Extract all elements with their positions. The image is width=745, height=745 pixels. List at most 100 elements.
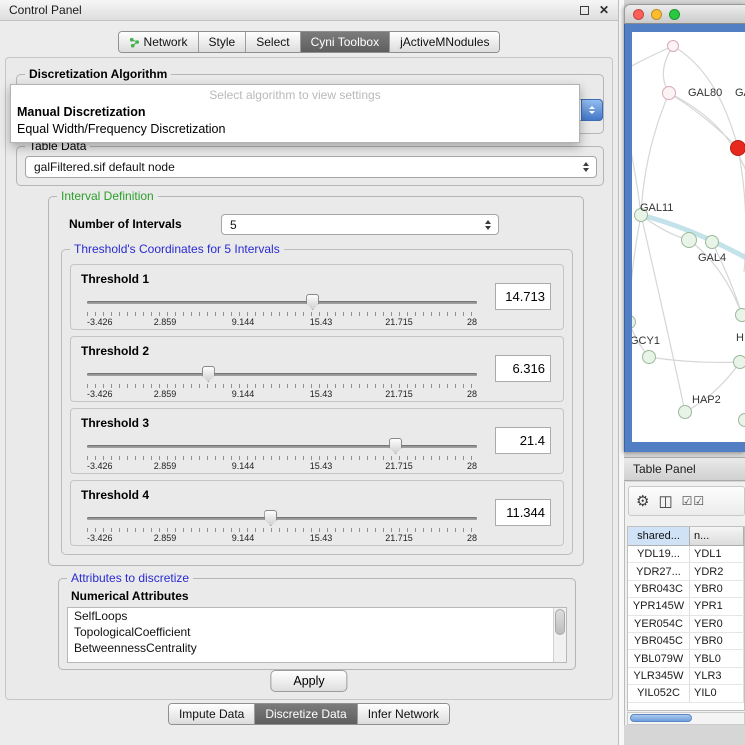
apply-button[interactable]: Apply — [270, 670, 347, 692]
table-row[interactable]: YBR045CYBR0 — [628, 633, 744, 650]
bottom-tab-infer-network[interactable]: Infer Network — [358, 704, 449, 724]
slider-thumb[interactable] — [306, 294, 319, 310]
network-node[interactable] — [738, 413, 745, 427]
network-node[interactable] — [662, 86, 676, 100]
number-of-intervals-value: 5 — [230, 218, 498, 232]
number-of-intervals-select[interactable]: 5 — [221, 214, 499, 235]
threshold-panel-3: Threshold 3-3.4262.8599.14415.4321.71528… — [70, 408, 564, 474]
threshold-panel-1: Threshold 1-3.4262.8599.14415.4321.71528… — [70, 264, 564, 330]
bottom-tab-impute-data[interactable]: Impute Data — [169, 704, 255, 724]
tab-select[interactable]: Select — [246, 32, 300, 52]
traffic-light-zoom-icon[interactable] — [669, 9, 680, 20]
bottom-tab-discretize-data[interactable]: Discretize Data — [255, 704, 357, 724]
threshold-value-3[interactable]: 21.4 — [495, 427, 551, 454]
slider-track — [87, 301, 477, 304]
table-cell: YBL079W — [628, 650, 690, 666]
tab-network[interactable]: Network — [119, 32, 199, 52]
table-cell: YDR2 — [690, 563, 744, 579]
combo-stepper-icon[interactable] — [581, 99, 603, 121]
thresholds-group: Threshold's Coordinates for 5 Intervals … — [61, 249, 573, 555]
horizontal-scrollbar-thumb[interactable] — [630, 714, 692, 722]
table-row[interactable]: YER054CYER0 — [628, 616, 744, 633]
traffic-light-close-icon[interactable] — [633, 9, 644, 20]
column-header-n[interactable]: n... — [690, 527, 744, 546]
table-cell: YIL052C — [628, 685, 690, 701]
attributes-legend: Attributes to discretize — [67, 571, 193, 585]
columns-icon[interactable]: ◫ — [658, 494, 672, 509]
table-panel-titlebar[interactable]: Table Panel — [624, 457, 745, 481]
threshold-slider-4[interactable] — [87, 510, 477, 527]
network-node[interactable] — [733, 355, 745, 369]
float-window-icon[interactable] — [580, 6, 589, 15]
attribute-item-topologicalcoefficient[interactable]: TopologicalCoefficient — [68, 624, 566, 640]
attribute-items: SelfLoopsTopologicalCoefficientBetweenne… — [68, 608, 566, 656]
threshold-slider-3[interactable] — [87, 438, 477, 455]
threshold-panel-4: Threshold 4-3.4262.8599.14415.4321.71528… — [70, 480, 564, 546]
table-cell: YIL0 — [690, 685, 744, 701]
table-row[interactable]: YDR27...YDR2 — [628, 563, 744, 580]
network-canvas[interactable]: GAL80GAGAL11GAL4GCY1HHAP2 — [632, 32, 745, 442]
screen: Control Panel ✕ NetworkStyleSelectCyni T… — [0, 0, 745, 745]
table-data-select-value: galFiltered.sif default node — [34, 160, 596, 174]
tab-cyni-toolbox[interactable]: Cyni Toolbox — [301, 32, 390, 52]
column-header-shared[interactable]: shared... — [628, 527, 690, 546]
column-checkboxes-icon[interactable]: ☑☑ — [682, 495, 706, 507]
node-table: shared...n... YDL19...YDL1YDR27...YDR2YB… — [627, 526, 745, 711]
attribute-item-selfloops[interactable]: SelfLoops — [68, 608, 566, 624]
threshold-value-2[interactable]: 6.316 — [495, 355, 551, 382]
threshold-slider-1[interactable] — [87, 294, 477, 311]
attributes-scrollbar[interactable] — [553, 608, 566, 662]
table-cell: YBR0 — [690, 633, 744, 649]
network-node[interactable] — [678, 405, 692, 419]
threshold-value-4[interactable]: 11.344 — [495, 499, 551, 526]
network-window-titlebar[interactable] — [624, 4, 745, 24]
network-node[interactable] — [681, 232, 697, 248]
algorithm-option-equal-width-frequency-discretization[interactable]: Equal Width/Frequency Discretization — [11, 121, 579, 138]
combo-stepper-icon — [485, 220, 491, 230]
tab-style[interactable]: Style — [199, 32, 247, 52]
table-row[interactable]: YIL052CYIL0 — [628, 685, 744, 702]
slider-thumb[interactable] — [389, 438, 402, 454]
scale-label: 15.43 — [310, 389, 333, 399]
slider-thumb[interactable] — [264, 510, 277, 526]
tab-label: Cyni Toolbox — [311, 35, 379, 49]
gear-icon[interactable]: ⚙ — [636, 494, 649, 509]
network-node[interactable] — [735, 308, 745, 322]
network-node[interactable] — [705, 235, 719, 249]
traffic-light-minimize-icon[interactable] — [651, 9, 662, 20]
network-view-window: GAL80GAGAL11GAL4GCY1HHAP2 — [624, 4, 745, 452]
scale-label: 2.859 — [154, 461, 177, 471]
thresholds-legend: Threshold's Coordinates for 5 Intervals — [70, 242, 284, 256]
tab-label: Infer Network — [368, 707, 439, 721]
numerical-attributes-label: Numerical Attributes — [71, 589, 189, 603]
scale-label: 21.715 — [385, 461, 413, 471]
scale-label: 28 — [467, 317, 477, 327]
numerical-attributes-list[interactable]: SelfLoopsTopologicalCoefficientBetweenne… — [67, 607, 567, 663]
network-node[interactable] — [642, 350, 656, 364]
threshold-slider-2[interactable] — [87, 366, 477, 383]
top-tab-row: NetworkStyleSelect Cyni Toolbox jActiveMNo… — [0, 31, 618, 53]
slider-ticks-icon — [87, 312, 477, 316]
slider-thumb[interactable] — [202, 366, 215, 382]
attributes-scrollbar-thumb[interactable] — [555, 609, 565, 635]
threshold-value-1[interactable]: 14.713 — [495, 283, 551, 310]
table-data-select[interactable]: galFiltered.sif default node — [25, 156, 597, 178]
table-row[interactable]: YDL19...YDL1 — [628, 546, 744, 563]
table-rows: YDL19...YDL1YDR27...YDR2YBR043CYBR0YPR14… — [628, 546, 744, 710]
table-row[interactable]: YLR345WYLR3 — [628, 668, 744, 685]
table-row[interactable]: YBL079WYBL0 — [628, 650, 744, 667]
tab-jactivemnodules[interactable]: jActiveMNodules — [390, 32, 499, 52]
scale-label: 28 — [467, 461, 477, 471]
scale-label: 21.715 — [385, 533, 413, 543]
horizontal-scrollbar[interactable] — [627, 712, 745, 725]
table-row[interactable]: YPR145WYPR1 — [628, 598, 744, 615]
table-row[interactable]: YBR043CYBR0 — [628, 581, 744, 598]
scale-label: -3.426 — [87, 461, 113, 471]
table-cell: YDR27... — [628, 563, 690, 579]
network-node[interactable] — [730, 140, 745, 156]
algorithm-option-manual-discretization[interactable]: Manual Discretization — [11, 104, 579, 121]
network-node[interactable] — [667, 40, 679, 52]
attribute-item-betweennesscentrality[interactable]: BetweennessCentrality — [68, 640, 566, 656]
close-window-icon[interactable]: ✕ — [599, 4, 609, 16]
slider-scale: -3.4262.8599.14415.4321.71528 — [87, 533, 477, 544]
